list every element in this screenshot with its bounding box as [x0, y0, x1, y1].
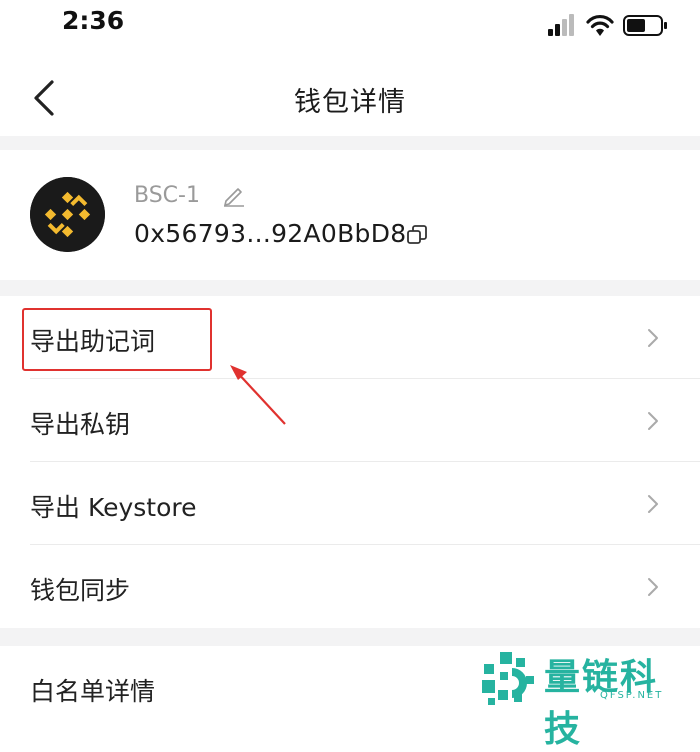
section-divider	[0, 136, 700, 150]
wallet-card: BSC-1 0x56793...92A0BbD8	[0, 150, 700, 280]
nav-bar: 钱包详情	[0, 50, 700, 136]
chevron-right-icon	[648, 329, 658, 347]
export-private-key-item[interactable]: 导出私钥	[0, 379, 700, 462]
chevron-right-icon	[648, 495, 658, 513]
page-title: 钱包详情	[294, 87, 406, 118]
wifi-icon	[586, 15, 614, 36]
battery-icon	[623, 15, 667, 36]
edit-pencil-icon[interactable]	[222, 183, 246, 207]
annotation-arrow-icon	[230, 365, 286, 425]
watermark: 量链科技 QFSP.NET	[480, 648, 695, 750]
binance-logo-icon	[30, 177, 105, 252]
chevron-right-icon	[648, 412, 658, 430]
menu-item-label: 钱包同步	[30, 576, 131, 605]
export-keystore-item[interactable]: 导出 Keystore	[0, 462, 700, 545]
status-icons	[548, 14, 667, 36]
highlight-box	[22, 308, 212, 371]
wallet-name: BSC-1	[134, 183, 200, 208]
copy-icon[interactable]	[406, 224, 428, 246]
status-time: 2:36	[62, 6, 125, 35]
wallet-address: 0x56793...92A0BbD8	[134, 219, 407, 248]
cellular-signal-icon	[548, 14, 574, 36]
section-divider	[0, 280, 700, 296]
menu-item-label: 导出私钥	[30, 410, 131, 439]
chevron-right-icon	[648, 578, 658, 596]
status-bar: 2:36	[0, 0, 700, 50]
menu-item-label: 导出 Keystore	[30, 493, 197, 522]
menu-item-label: 白名单详情	[30, 677, 156, 706]
section-divider	[0, 628, 700, 646]
watermark-subtext: QFSP.NET	[600, 690, 664, 701]
wallet-sync-item[interactable]: 钱包同步	[0, 545, 700, 628]
watermark-logo-icon	[482, 652, 534, 705]
